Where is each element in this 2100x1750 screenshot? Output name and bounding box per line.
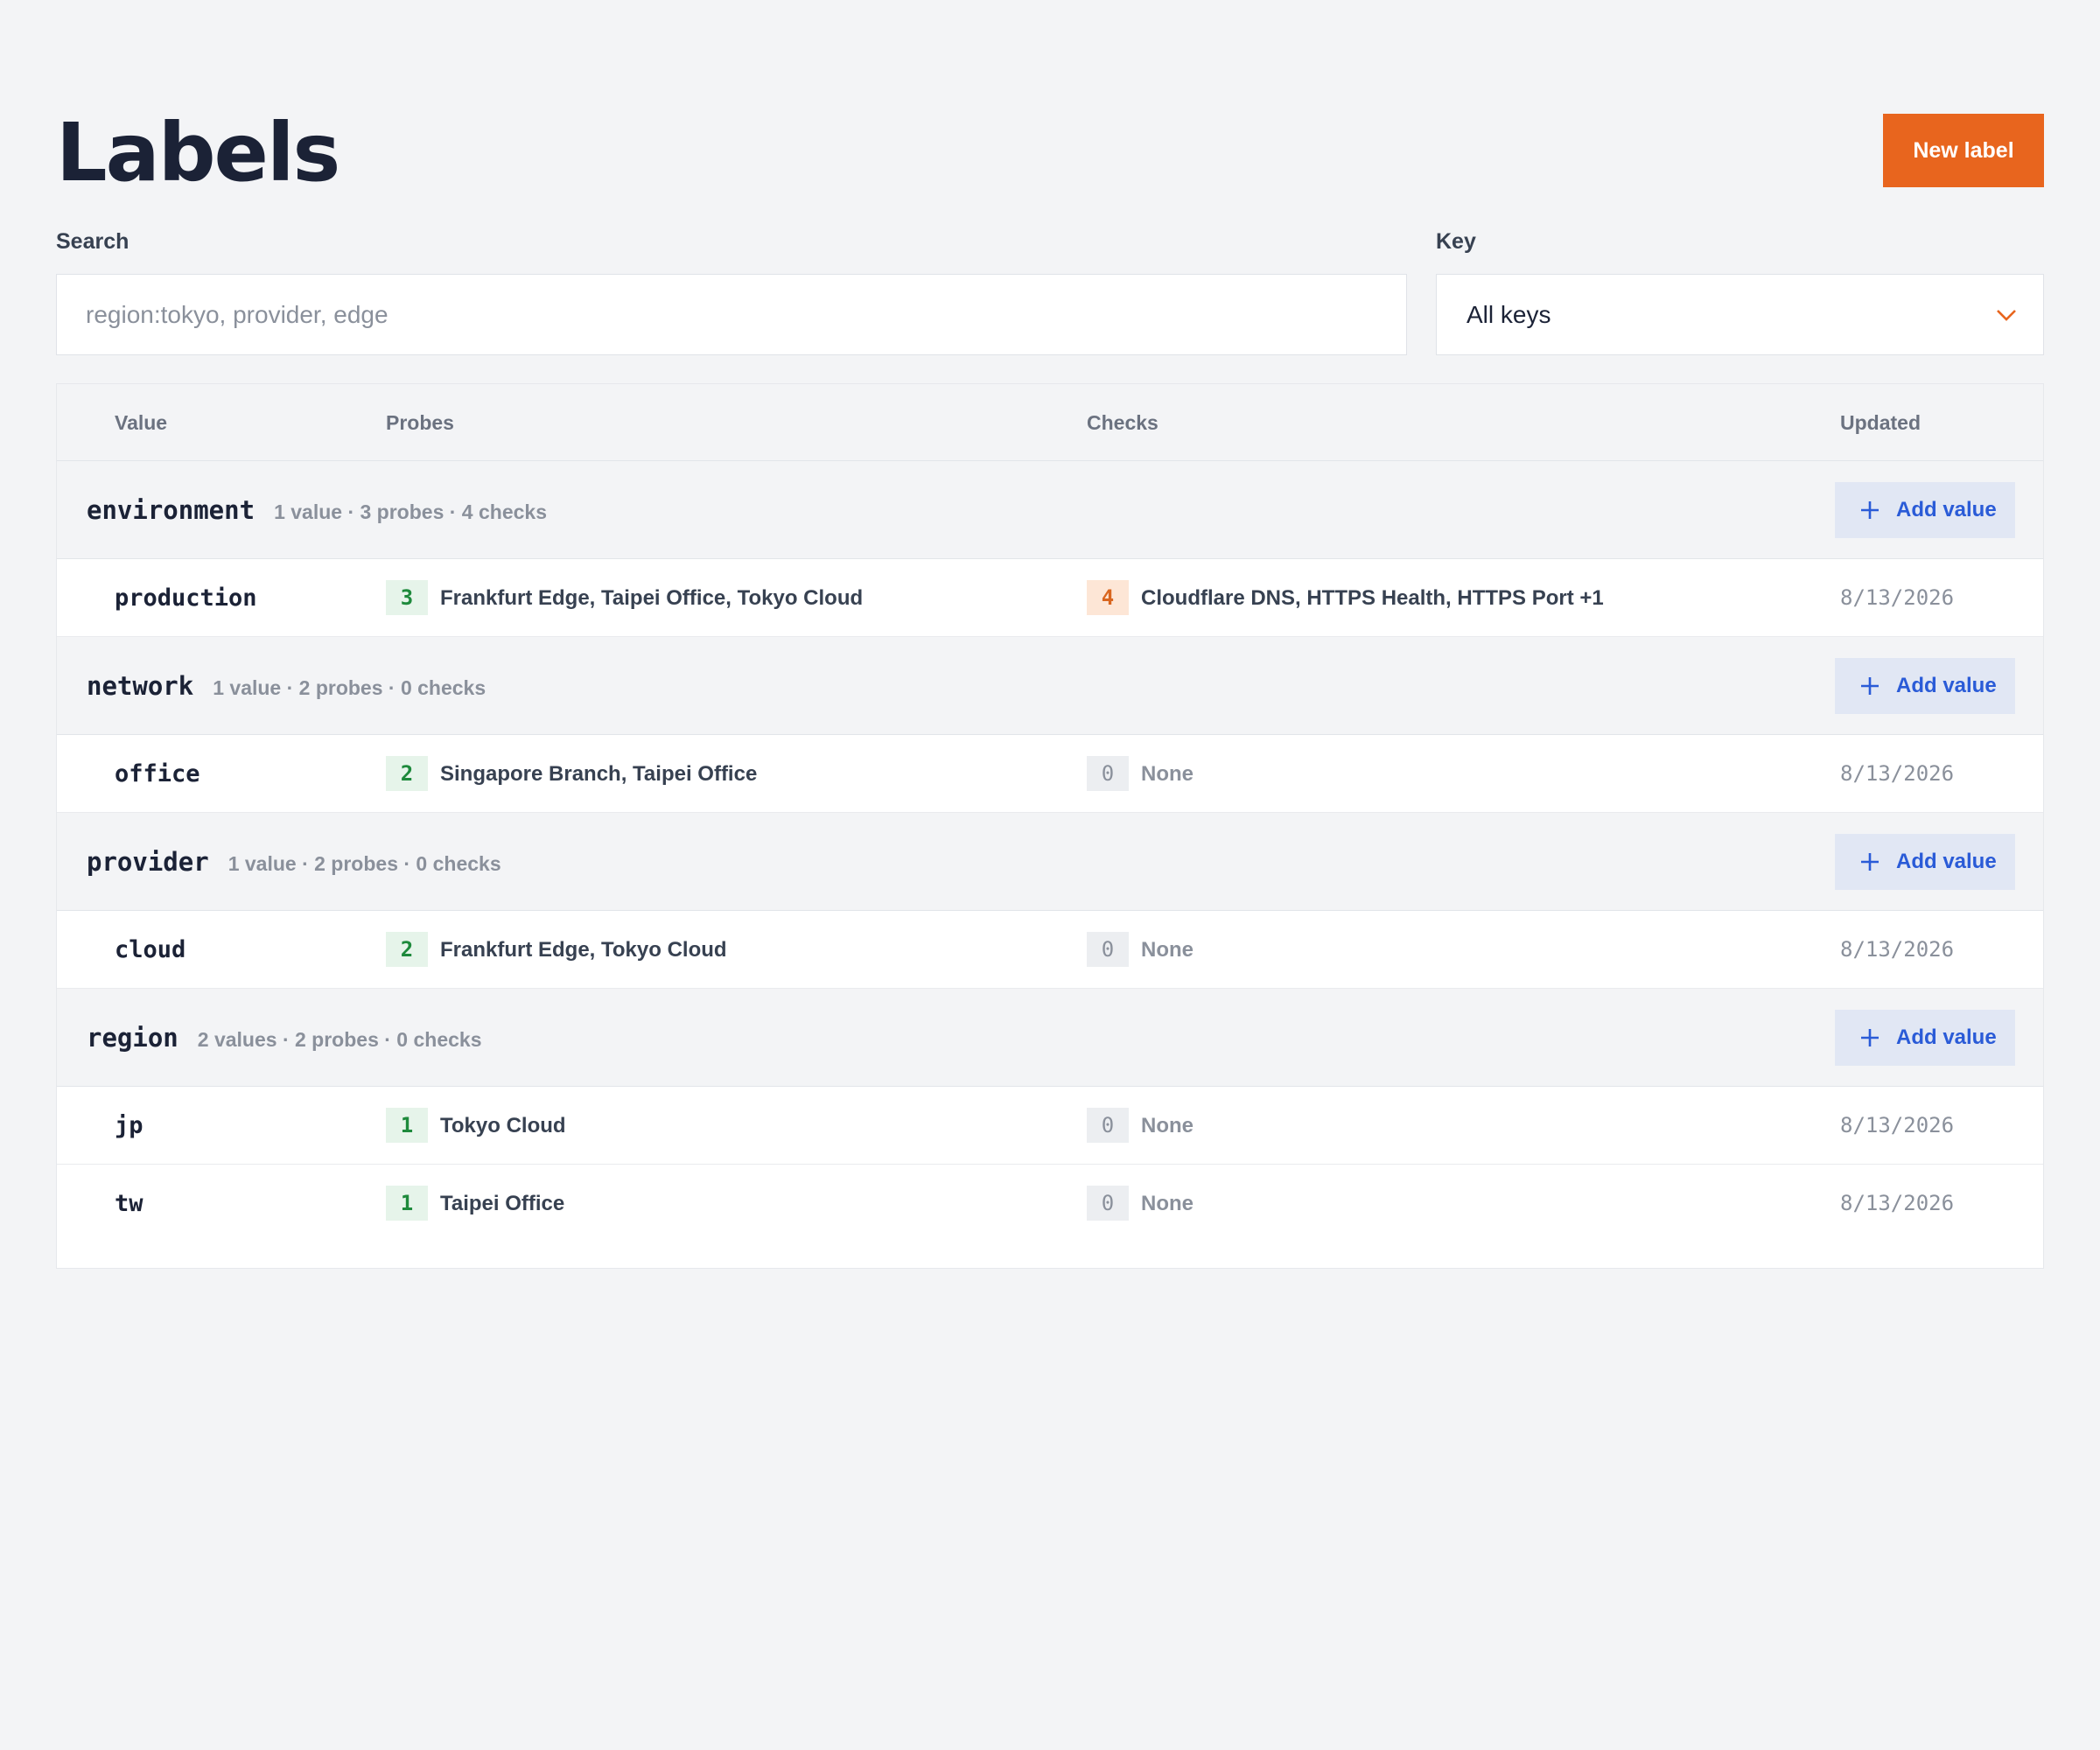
table-row[interactable]: cloud 2 Frankfurt Edge, Tokyo Cloud 0 No…	[57, 911, 2043, 989]
check-count-badge: 0	[1087, 756, 1129, 791]
group-title: environment 1 value · 3 probes · 4 checks	[87, 461, 547, 564]
column-header-updated: Updated	[1840, 411, 1921, 434]
check-list: None	[1141, 1192, 1194, 1215]
key-select-value: All keys	[1466, 301, 1551, 328]
updated-date: 8/13/2026	[1840, 1113, 1955, 1138]
group-key: network	[87, 671, 194, 701]
table-row[interactable]: production 3 Frankfurt Edge, Taipei Offi…	[57, 559, 2043, 637]
group-key: region	[87, 1023, 178, 1053]
column-header-checks: Checks	[1087, 411, 1158, 434]
key-select[interactable]: All keys	[1436, 274, 2044, 355]
value-name: cloud	[115, 936, 186, 963]
labels-table: Value Probes Checks Updated environment 1…	[56, 383, 2044, 1269]
probe-list: Taipei Office	[440, 1192, 565, 1215]
group-meta: 1 value · 3 probes · 4 checks	[274, 500, 547, 523]
column-header-probes: Probes	[386, 411, 454, 434]
label-group-region: region 2 values · 2 probes · 0 checks Add…	[57, 989, 2043, 1087]
key-label: Key	[1436, 229, 1476, 254]
check-count-badge: 0	[1087, 1186, 1129, 1221]
probe-list: Frankfurt Edge, Taipei Office, Tokyo Clo…	[440, 586, 864, 610]
value-name: office	[115, 760, 200, 788]
check-list: None	[1141, 1114, 1194, 1138]
check-count-badge: 4	[1087, 580, 1129, 615]
updated-date: 8/13/2026	[1840, 761, 1955, 786]
group-key: environment	[87, 495, 256, 525]
check-count-badge: 0	[1087, 932, 1129, 967]
plus-icon	[1861, 853, 1879, 871]
label-group-provider: provider 1 value · 2 probes · 0 checks Ad…	[57, 813, 2043, 911]
probe-count-badge: 2	[386, 932, 428, 967]
filters: Search Key All keys	[56, 229, 2044, 357]
value-name: tw	[115, 1190, 144, 1217]
probe-list: Singapore Branch, Taipei Office	[440, 762, 758, 786]
add-value-label: Add value	[1896, 1026, 1997, 1049]
add-value-button[interactable]: Add value	[1835, 658, 2015, 714]
probe-count-badge: 1	[386, 1186, 428, 1221]
add-value-button[interactable]: Add value	[1835, 1010, 2015, 1066]
probe-list: Tokyo Cloud	[440, 1114, 566, 1138]
add-value-label: Add value	[1896, 674, 1997, 697]
label-group-network: network 1 value · 2 probes · 0 checks Add…	[57, 637, 2043, 735]
add-value-button[interactable]: Add value	[1835, 834, 2015, 890]
plus-icon	[1861, 1029, 1879, 1046]
search-input[interactable]	[56, 274, 1407, 355]
page-title: Labels	[56, 106, 340, 200]
table-row[interactable]: office 2 Singapore Branch, Taipei Office…	[57, 735, 2043, 813]
check-count-badge: 0	[1087, 1108, 1129, 1143]
probe-count-badge: 3	[386, 580, 428, 615]
column-header-value: Value	[115, 411, 168, 434]
value-name: production	[115, 584, 257, 612]
plus-icon	[1861, 677, 1879, 695]
table-row[interactable]: jp 1 Tokyo Cloud 0 None 8/13/2026	[57, 1087, 2043, 1165]
probe-count-badge: 1	[386, 1108, 428, 1143]
updated-date: 8/13/2026	[1840, 937, 1955, 962]
group-title: network 1 value · 2 probes · 0 checks	[87, 637, 486, 740]
chevron-down-icon	[1997, 310, 2016, 321]
group-meta: 1 value · 2 probes · 0 checks	[228, 852, 501, 875]
updated-date: 8/13/2026	[1840, 1191, 1955, 1215]
add-value-label: Add value	[1896, 850, 1997, 873]
search-label: Search	[56, 229, 130, 254]
page-header: Labels New label	[56, 105, 2044, 200]
group-meta: 2 values · 2 probes · 0 checks	[197, 1028, 482, 1051]
group-meta: 1 value · 2 probes · 0 checks	[213, 676, 486, 699]
table-header: Value Probes Checks Updated	[57, 384, 2043, 461]
add-value-button[interactable]: Add value	[1835, 482, 2015, 538]
group-key: provider	[87, 847, 209, 877]
group-title: provider 1 value · 2 probes · 0 checks	[87, 813, 501, 916]
table-row[interactable]: tw 1 Taipei Office 0 None 8/13/2026	[57, 1165, 2043, 1242]
check-list: None	[1141, 762, 1194, 786]
check-list: None	[1141, 938, 1194, 962]
value-name: jp	[115, 1112, 144, 1139]
updated-date: 8/13/2026	[1840, 585, 1955, 610]
label-group-environment: environment 1 value · 3 probes · 4 checks…	[57, 461, 2043, 559]
group-title: region 2 values · 2 probes · 0 checks	[87, 989, 481, 1092]
labels-page: Labels New label Search Key All keys Val…	[0, 0, 2100, 1750]
probe-list: Frankfurt Edge, Tokyo Cloud	[440, 938, 727, 962]
check-list: Cloudflare DNS, HTTPS Health, HTTPS Port…	[1141, 586, 1604, 610]
add-value-label: Add value	[1896, 498, 1997, 522]
plus-icon	[1861, 501, 1879, 519]
probe-count-badge: 2	[386, 756, 428, 791]
new-label-button[interactable]: New label	[1883, 114, 2044, 187]
